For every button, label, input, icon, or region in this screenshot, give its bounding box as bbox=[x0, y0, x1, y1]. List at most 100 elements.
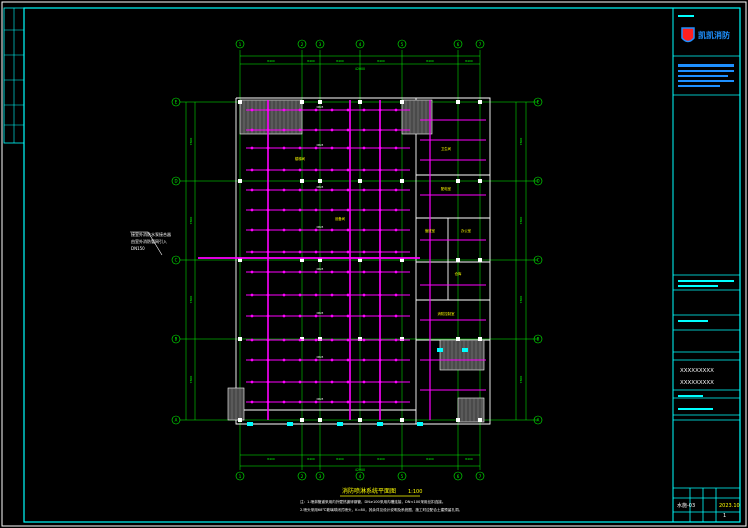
axis-label-top: 3 bbox=[319, 42, 322, 47]
sprinkler-head bbox=[346, 250, 350, 254]
pipe-size-label: DN25 bbox=[317, 398, 324, 401]
column bbox=[456, 100, 460, 104]
sprinkler-head bbox=[282, 208, 286, 212]
sprinkler-head bbox=[362, 314, 366, 318]
sprinkler-head bbox=[266, 380, 270, 384]
sprinkler-head bbox=[346, 108, 350, 112]
sprinkler-head bbox=[250, 250, 254, 254]
pipe-size-label: DN25 bbox=[317, 226, 324, 229]
sprinkler-head bbox=[314, 380, 318, 384]
room-label: 卫生间 bbox=[441, 146, 452, 151]
sprinkler-head bbox=[298, 108, 302, 112]
sprinkler-head bbox=[330, 358, 334, 362]
drawing-frame bbox=[23, 7, 741, 523]
sprinkler-head bbox=[250, 188, 254, 192]
dim-text-top: 8400 bbox=[307, 59, 315, 63]
sprinkler-head bbox=[330, 250, 334, 254]
note-line-2: 2.喷头采用68℃玻璃球闭式喷头，K=80，其余详见设计说明及系统图，施工时应配… bbox=[300, 507, 462, 512]
sprinkler-head bbox=[282, 338, 286, 342]
stair-core-fill bbox=[439, 339, 485, 371]
sprinkler-head bbox=[250, 146, 254, 150]
sprinkler-head bbox=[346, 188, 350, 192]
valve bbox=[247, 422, 253, 426]
dim-text-bottom: 8400 bbox=[465, 457, 473, 461]
sprinkler-head bbox=[362, 188, 366, 192]
sprinkler-head bbox=[314, 128, 318, 132]
room-label: 楼梯间 bbox=[295, 156, 306, 161]
sprinkler-head bbox=[298, 188, 302, 192]
room-label: 值班室 bbox=[425, 228, 436, 233]
sprinkler-head bbox=[378, 270, 382, 274]
company-logo-icon bbox=[681, 27, 695, 43]
sprinkler-head bbox=[362, 338, 366, 342]
sprinkler-head bbox=[314, 250, 318, 254]
sprinkler-head bbox=[266, 338, 270, 342]
sprinkler-head bbox=[250, 338, 254, 342]
axis-label-right: B bbox=[537, 337, 540, 342]
dim-text-side-right: 7800 bbox=[519, 217, 523, 225]
sprinkler-head bbox=[346, 146, 350, 150]
sprinkler-head bbox=[394, 128, 398, 132]
sprinkler-head bbox=[298, 128, 302, 132]
pipe-size-label: DN25 bbox=[317, 312, 324, 315]
sprinkler-head bbox=[250, 108, 254, 112]
dim-text-side: 7800 bbox=[189, 217, 193, 225]
valve bbox=[437, 348, 443, 352]
sprinkler-head bbox=[362, 208, 366, 212]
sprinkler-head bbox=[346, 314, 350, 318]
axis-label-left: C bbox=[175, 258, 178, 263]
pipe-size-label: DN25 bbox=[317, 186, 324, 189]
sprinkler-head bbox=[394, 358, 398, 362]
sprinkler-head bbox=[330, 208, 334, 212]
sprinkler-head bbox=[298, 168, 302, 172]
sprinkler-head bbox=[330, 228, 334, 232]
stair-core-fill bbox=[401, 99, 433, 135]
sprinkler-head bbox=[282, 108, 286, 112]
sprinkler-head bbox=[346, 228, 350, 232]
sprinkler-head bbox=[346, 128, 350, 132]
sprinkler-head bbox=[394, 380, 398, 384]
sprinkler-head bbox=[362, 168, 366, 172]
stair-core bbox=[439, 339, 485, 371]
sprinkler-head bbox=[282, 293, 286, 297]
sprinkler-head bbox=[282, 250, 286, 254]
callout-line-2: 由室外消防管网引入 bbox=[131, 238, 167, 244]
sprinkler-head bbox=[362, 358, 366, 362]
sprinkler-head bbox=[362, 108, 366, 112]
sprinkler-head bbox=[298, 380, 302, 384]
sprinkler-heads bbox=[250, 108, 398, 404]
sprinkler-head bbox=[314, 338, 318, 342]
stair-core-fill bbox=[239, 99, 303, 135]
column bbox=[238, 100, 242, 104]
column bbox=[238, 418, 242, 422]
sprinkler-head bbox=[314, 358, 318, 362]
sprinkler-head bbox=[282, 400, 286, 404]
stair-core bbox=[227, 387, 245, 421]
sprinkler-head bbox=[266, 270, 270, 274]
column bbox=[238, 337, 242, 341]
sprinkler-head bbox=[282, 228, 286, 232]
sprinkler-head bbox=[330, 108, 334, 112]
dim-text-side-right: 7800 bbox=[519, 296, 523, 304]
sprinkler-head bbox=[346, 358, 350, 362]
sprinkler-head bbox=[378, 250, 382, 254]
sprinkler-head bbox=[250, 400, 254, 404]
axis-label-right: D bbox=[536, 179, 539, 184]
sprinkler-head bbox=[282, 168, 286, 172]
sprinkler-head bbox=[378, 168, 382, 172]
column bbox=[478, 100, 482, 104]
drawing-date: 2023.10 bbox=[719, 503, 740, 509]
room-label: 仓库 bbox=[455, 271, 462, 276]
column bbox=[358, 100, 362, 104]
dim-text-bottom: 8400 bbox=[267, 457, 275, 461]
sprinkler-head bbox=[314, 188, 318, 192]
note-line-1: 注：1.喷淋管道采用内外壁热镀锌钢管，DN≥100采用沟槽连接，DN<100采用… bbox=[300, 499, 446, 504]
sprinkler-head bbox=[346, 208, 350, 212]
axis-label-bottom: 1 bbox=[239, 474, 242, 479]
sprinkler-head bbox=[378, 208, 382, 212]
sheet-border bbox=[1, 1, 747, 527]
sprinkler-head bbox=[346, 338, 350, 342]
sprinkler-head bbox=[314, 208, 318, 212]
sprinkler-head bbox=[330, 380, 334, 384]
column bbox=[318, 179, 322, 183]
